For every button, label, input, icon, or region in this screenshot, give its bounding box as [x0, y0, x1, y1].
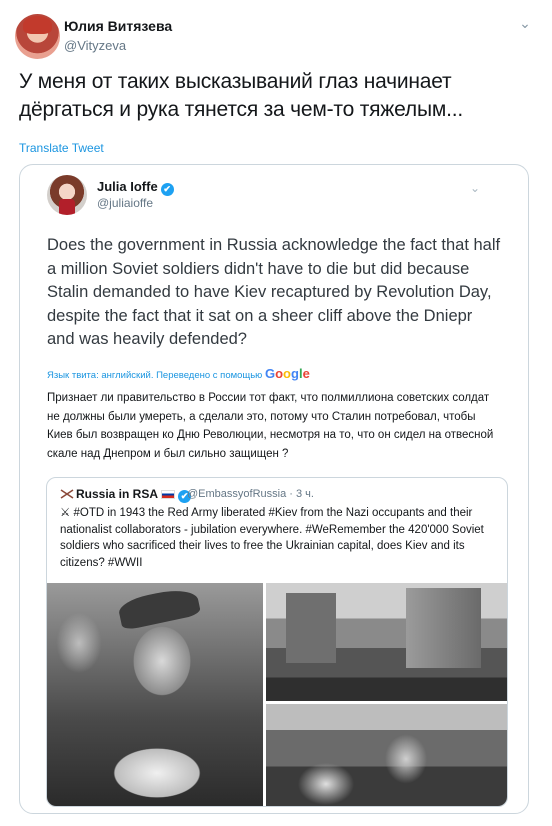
- tweet-text: У меня от таких высказываний глаз начина…: [19, 70, 464, 121]
- avatar[interactable]: [15, 14, 60, 59]
- translated-by-google: Язык твита: английский. Переведено с пом…: [47, 366, 310, 381]
- verified-icon: ✔: [160, 183, 174, 196]
- google-logo: Google: [264, 366, 310, 381]
- nested-tweet-text: ⚔ #OTD in 1943 the Red Army liberated #K…: [60, 507, 484, 569]
- quoted-tweet-text: Does the government in Russia acknowledg…: [47, 236, 501, 348]
- translate-tweet-link[interactable]: Translate Tweet: [19, 141, 104, 155]
- quoted-author-name[interactable]: Julia Ioffe ✔: [97, 179, 174, 196]
- photo-crowd[interactable]: [266, 704, 507, 806]
- chevron-down-icon[interactable]: ⌄: [516, 16, 534, 30]
- quoted-chevron-down-icon[interactable]: ⌄: [470, 181, 480, 195]
- nested-author-name-label: Russia in RSA: [76, 487, 159, 501]
- quoted-author-handle[interactable]: @juliaioffe: [97, 196, 153, 210]
- photo-grid: [47, 583, 507, 806]
- tweet: Юлия Витязева @Vityzeva ⌄ У меня от таки…: [0, 0, 552, 826]
- nested-author-handle[interactable]: @EmbassyofRussia · 3 ч.: [187, 488, 314, 500]
- photo-soldier[interactable]: [47, 583, 263, 806]
- author-name[interactable]: Юлия Витязева: [64, 18, 172, 34]
- nested-author-name[interactable]: Russia in RSA ✔: [76, 487, 192, 503]
- quoted-tweet[interactable]: Julia Ioffe ✔ @juliaioffe ⌄ Does the gove…: [19, 164, 529, 814]
- crossed-swords-icon: [60, 489, 74, 499]
- nested-quoted-tweet[interactable]: Russia in RSA ✔ @EmbassyofRussia · 3 ч. ⚔…: [46, 477, 508, 807]
- russia-flag-icon: [161, 490, 176, 499]
- quoted-tweet-translation: Признает ли правительство в России тот ф…: [47, 392, 494, 460]
- quoted-author-name-label: Julia Ioffe: [97, 179, 158, 194]
- quoted-avatar[interactable]: [47, 175, 87, 215]
- author-handle[interactable]: @Vityzeva: [64, 38, 126, 53]
- photo-tanks-street[interactable]: [266, 583, 507, 701]
- translated-by-label: Язык твита: английский. Переведено с пом…: [47, 370, 263, 381]
